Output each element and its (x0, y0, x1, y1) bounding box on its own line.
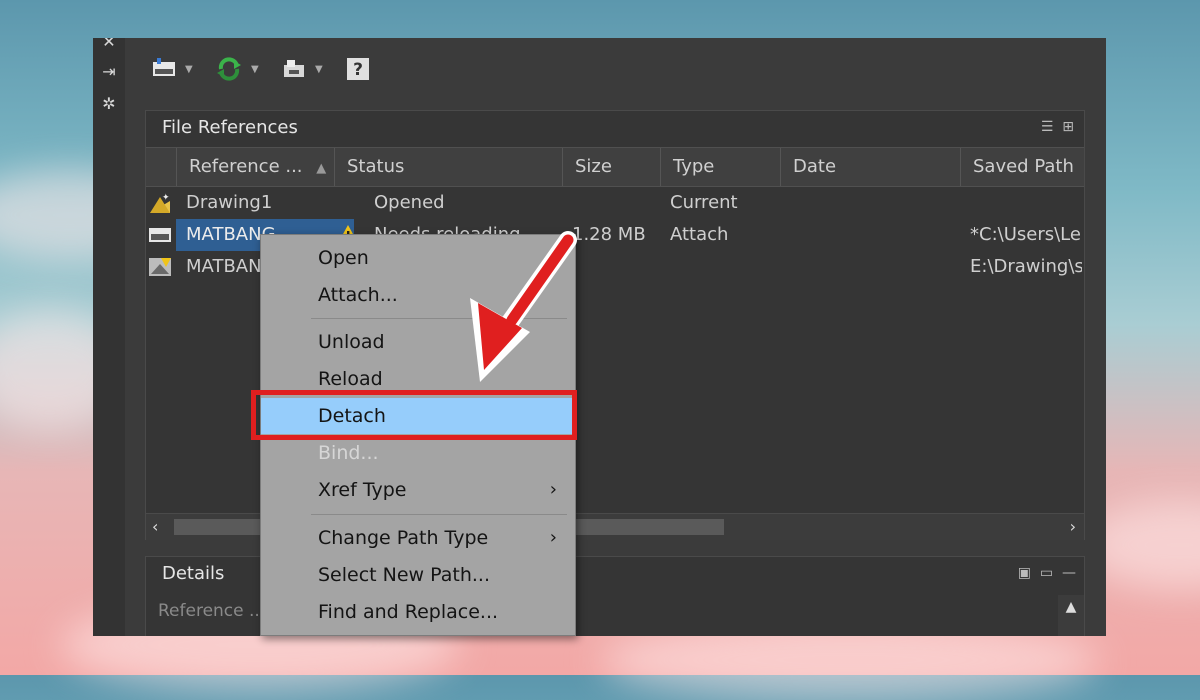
annotation-arrow-icon (470, 231, 577, 382)
